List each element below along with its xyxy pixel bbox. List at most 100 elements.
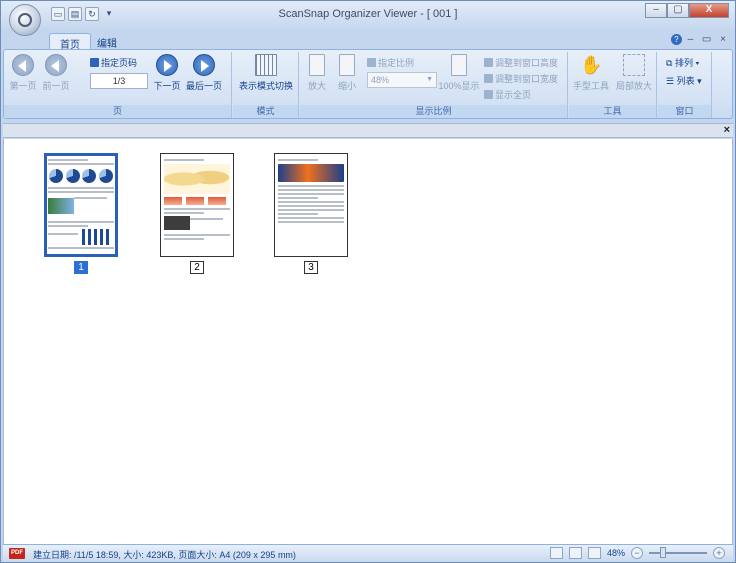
grid-view-icon bbox=[255, 54, 277, 76]
display-mode-switch-label: 表示模式切换 bbox=[238, 81, 293, 91]
page-preview bbox=[44, 153, 118, 257]
mode-group: 表示模式切换 模式 bbox=[233, 52, 299, 118]
tools-group: ✋ 手型工具 局部放大 工具 bbox=[569, 52, 657, 118]
close-document-icon[interactable]: × bbox=[724, 124, 730, 136]
spec-page-label: 指定页码 bbox=[101, 58, 138, 68]
arrange-icon: ⧉ bbox=[666, 58, 675, 68]
app-window: ▭ ▤ ↻ ▾ ScanSnap Organizer Viewer - [ 00… bbox=[0, 0, 736, 563]
pdf-file-icon: PDF bbox=[9, 548, 25, 559]
next-page-button[interactable]: 下一页 bbox=[152, 54, 182, 92]
spec-ratio-button[interactable]: 指定比例 bbox=[367, 56, 414, 69]
actual-size-button[interactable]: 100%显示 bbox=[438, 54, 480, 92]
first-page-label: 第一页 bbox=[9, 81, 37, 91]
arrange-button[interactable]: ⧉ 排列 ▾ bbox=[666, 56, 699, 69]
file-info-text: 建立日期: /11/5 18:59, 大小: 423KB, 页面大小: A4 (… bbox=[33, 550, 296, 560]
actual-size-icon bbox=[451, 54, 467, 76]
zoom-slider[interactable] bbox=[649, 547, 707, 558]
chevron-down-icon: ▼ bbox=[426, 76, 433, 83]
fit-height-button[interactable]: 调整到窗口高度 bbox=[484, 56, 558, 69]
page-number-input[interactable]: 1/3 bbox=[90, 73, 148, 89]
zoom-in-icon bbox=[309, 54, 325, 76]
mdi-controls[interactable]: – ▭ × bbox=[688, 34, 729, 45]
help-icon[interactable]: ? bbox=[670, 34, 682, 45]
zoom-group-label: 显示比例 bbox=[300, 105, 567, 118]
page-thumbnail[interactable]: 2 bbox=[160, 153, 234, 274]
hand-tool-label: 手型工具 bbox=[572, 81, 609, 91]
maximize-button[interactable]: ▢ bbox=[667, 3, 689, 18]
arrange-label: 排列 ▾ bbox=[674, 58, 700, 68]
page-group-label: 页 bbox=[4, 105, 231, 118]
window-controls: – ▢ X bbox=[645, 3, 729, 18]
next-page-icon bbox=[156, 54, 178, 76]
ribbon-right-controls: ? – ▭ × bbox=[670, 34, 729, 45]
last-page-label: 最后一页 bbox=[185, 81, 222, 91]
list-label: 列表 ▾ bbox=[676, 76, 702, 86]
percent-icon bbox=[367, 58, 376, 67]
zoom-out-label: 缩小 bbox=[337, 81, 356, 91]
actual-size-label: 100%显示 bbox=[438, 81, 480, 91]
thumbnail-pane: 1 2 3 bbox=[3, 139, 733, 544]
last-page-icon bbox=[193, 54, 215, 76]
local-zoom-label: 局部放大 bbox=[615, 81, 652, 91]
mode-group-label: 模式 bbox=[233, 105, 298, 118]
page-preview bbox=[274, 153, 348, 257]
prev-page-button[interactable]: 前一页 bbox=[40, 54, 72, 92]
display-mode-switch-button[interactable]: 表示模式切换 bbox=[235, 54, 297, 92]
last-page-button[interactable]: 最后一页 bbox=[184, 54, 224, 92]
zoom-percentage: 48% bbox=[606, 548, 625, 558]
window-group-label: 窗口 bbox=[658, 105, 711, 118]
zoom-out-button[interactable]: 缩小 bbox=[334, 54, 360, 92]
page-thumbnail[interactable]: 3 bbox=[274, 153, 348, 274]
local-zoom-button[interactable]: 局部放大 bbox=[613, 54, 655, 92]
ribbon: 第一页 前一页 指定页码 1/3 下一页 最后一页 页 表示模式切换 模式 放大… bbox=[3, 49, 733, 119]
scanner-logo-icon bbox=[18, 13, 32, 27]
hand-icon: ✋ bbox=[580, 55, 603, 75]
spec-ratio-label: 指定比例 bbox=[378, 58, 415, 68]
zoom-ratio-select[interactable]: 48% ▼ bbox=[367, 72, 437, 88]
single-page-view-icon[interactable] bbox=[549, 547, 563, 559]
show-full-page-button[interactable]: 显示全页 bbox=[484, 88, 531, 101]
app-menu-button[interactable] bbox=[9, 4, 41, 36]
tools-group-label: 工具 bbox=[569, 105, 656, 118]
page-group: 第一页 前一页 指定页码 1/3 下一页 最后一页 页 bbox=[4, 52, 232, 118]
spec-page-icon bbox=[90, 58, 99, 67]
fit-width-icon bbox=[484, 74, 493, 83]
window-title: ScanSnap Organizer Viewer - [ 001 ] bbox=[278, 8, 458, 20]
zoom-out-icon bbox=[339, 54, 355, 76]
prev-page-icon bbox=[45, 54, 67, 76]
spec-page-button[interactable]: 指定页码 bbox=[90, 56, 137, 69]
list-button[interactable]: ☰ 列表 ▾ bbox=[666, 74, 702, 87]
first-page-button[interactable]: 第一页 bbox=[8, 54, 38, 92]
document-tab-bar: × bbox=[3, 123, 733, 138]
fit-width-button[interactable]: 调整到窗口宽度 bbox=[484, 72, 558, 85]
zoom-in-icon[interactable]: + bbox=[713, 547, 725, 559]
page-number-label: 3 bbox=[304, 261, 318, 274]
tab-home[interactable]: 首页 bbox=[49, 33, 91, 51]
fit-width-label: 调整到窗口宽度 bbox=[495, 74, 559, 84]
marquee-zoom-icon bbox=[623, 54, 645, 76]
ribbon-tabs: 首页 编辑 ? – ▭ × bbox=[1, 29, 735, 51]
zoom-out-icon[interactable]: − bbox=[631, 547, 643, 559]
full-page-icon bbox=[484, 90, 493, 99]
thumbnail-view-icon[interactable] bbox=[587, 547, 601, 559]
page-number-label: 1 bbox=[74, 261, 88, 274]
window-group: ⧉ 排列 ▾ ☰ 列表 ▾ 窗口 bbox=[658, 52, 712, 118]
zoom-ratio-value: 48% bbox=[371, 75, 390, 85]
fit-height-label: 调整到窗口高度 bbox=[495, 58, 559, 68]
prev-page-label: 前一页 bbox=[42, 81, 70, 91]
status-bar: PDF 建立日期: /11/5 18:59, 大小: 423KB, 页面大小: … bbox=[3, 544, 733, 562]
zoom-group: 放大 缩小 指定比例 48% ▼ 100%显示 调整到窗口高度 调整到窗口宽度 bbox=[300, 52, 568, 118]
zoom-in-button[interactable]: 放大 bbox=[304, 54, 330, 92]
status-zoom-controls: 48% − + bbox=[549, 547, 725, 559]
double-page-view-icon[interactable] bbox=[568, 547, 582, 559]
zoom-in-label: 放大 bbox=[307, 81, 326, 91]
next-page-label: 下一页 bbox=[153, 81, 181, 91]
page-thumbnail[interactable]: 1 bbox=[44, 153, 118, 274]
hand-tool-button[interactable]: ✋ 手型工具 bbox=[571, 54, 611, 92]
minimize-button[interactable]: – bbox=[645, 3, 667, 18]
page-preview bbox=[160, 153, 234, 257]
zoom-slider-thumb[interactable] bbox=[660, 547, 666, 558]
close-button[interactable]: X bbox=[689, 3, 729, 18]
first-page-icon bbox=[12, 54, 34, 76]
tab-edit[interactable]: 编辑 bbox=[87, 33, 127, 50]
